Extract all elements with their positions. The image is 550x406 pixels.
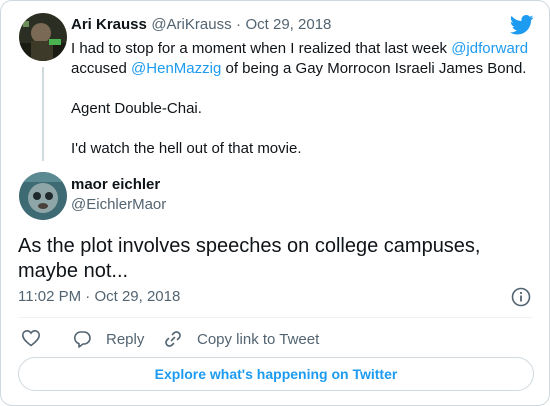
actions-divider — [18, 317, 532, 318]
timestamp-separator: · — [85, 288, 91, 305]
mention-jdforward[interactable]: @jdforward — [451, 40, 528, 57]
copy-link-button[interactable]: Copy link to Tweet — [163, 329, 319, 349]
main-tweet-timestamp[interactable]: 11:02 PM · Oct 29, 2018 — [18, 288, 180, 305]
main-author-name[interactable]: maor eichler — [71, 176, 160, 193]
parent-tweet-text: I had to stop for a moment when I realiz… — [71, 39, 541, 159]
main-tweet-line-1: As the plot involves speeches on college… — [18, 235, 481, 257]
heart-icon[interactable] — [21, 328, 41, 348]
parent-tweet-paragraph-2: Agent Double-Chai. — [71, 100, 202, 117]
link-icon — [163, 329, 183, 349]
explore-twitter-button[interactable]: Explore what's happening on Twitter — [18, 357, 534, 391]
main-tweet-line-2: maybe not... — [18, 260, 129, 282]
info-icon[interactable] — [511, 287, 531, 307]
thread-connector-line — [42, 67, 44, 161]
tweet-time: 11:02 PM — [18, 288, 82, 305]
reply-button[interactable]: Reply — [72, 329, 144, 349]
parent-author-name[interactable]: Ari Krauss — [71, 16, 147, 33]
reply-label: Reply — [106, 330, 145, 348]
parent-tweet-line-2: accused @HenMazzig of being a Gay Morroc… — [71, 59, 541, 79]
parent-author-avatar[interactable] — [19, 13, 67, 61]
copy-link-label: Copy link to Tweet — [197, 330, 320, 348]
parent-tweet-line-1: I had to stop for a moment when I realiz… — [71, 39, 541, 59]
main-tweet-text: As the plot involves speeches on college… — [18, 234, 538, 284]
main-author-handle[interactable]: @EichlerMaor — [71, 196, 166, 213]
twitter-bird-icon[interactable] — [509, 15, 534, 35]
tweet-date: Oct 29, 2018 — [94, 288, 181, 305]
text-segment: of being a Gay Morrocon Israeli James Bo… — [221, 60, 527, 77]
mention-henmazzig[interactable]: @HenMazzig — [131, 60, 221, 77]
parent-tweet-date[interactable]: Oct 29, 2018 — [245, 16, 331, 33]
parent-tweet-header: Ari Krauss @AriKrauss · Oct 29, 2018 — [71, 16, 331, 34]
text-segment: accused — [71, 60, 132, 77]
header-separator: · — [236, 16, 242, 33]
reply-icon — [72, 329, 92, 349]
main-author-avatar[interactable] — [19, 172, 67, 220]
parent-author-handle[interactable]: @AriKrauss — [151, 16, 231, 33]
tweet-embed-card: Ari Krauss @AriKrauss · Oct 29, 2018 I h… — [0, 0, 550, 406]
text-segment: I had to stop for a moment when I realiz… — [71, 40, 452, 57]
parent-tweet-paragraph-3: I'd watch the hell out of that movie. — [71, 140, 302, 157]
